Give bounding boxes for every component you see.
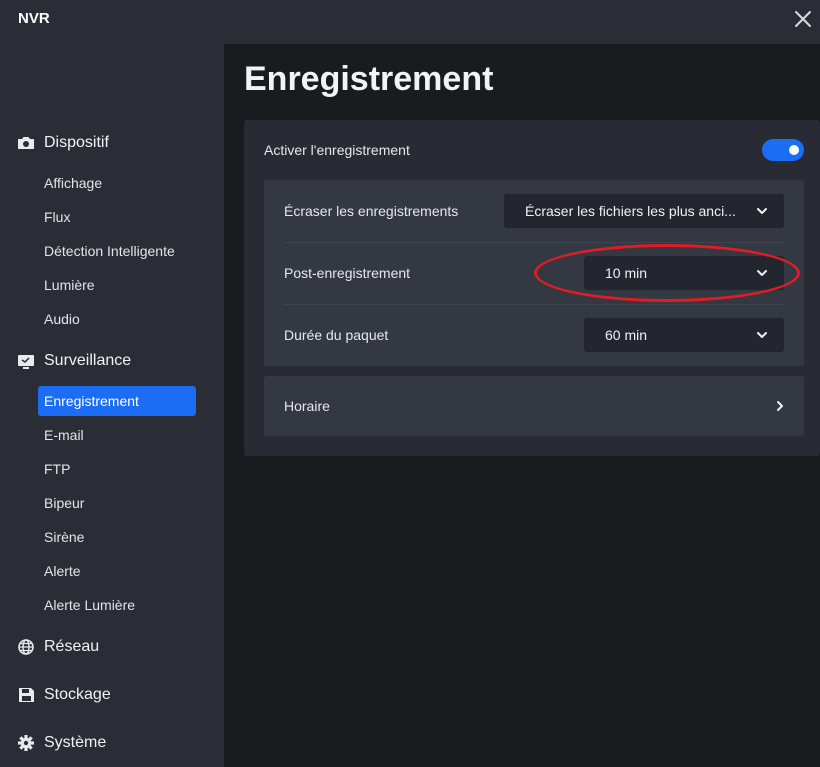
close-icon [795, 11, 811, 27]
sidebar-item-label: Flux [44, 209, 71, 225]
sidebar-item-label: Enregistrement [44, 393, 139, 409]
sidebar-section-stockage[interactable]: Stockage [0, 680, 224, 710]
sidebar-section-systeme[interactable]: Système [0, 728, 224, 758]
sidebar-section-label: Réseau [44, 638, 100, 655]
overwrite-select-value: Écraser les fichiers les plus anci... [525, 203, 736, 219]
sidebar-section-reseau[interactable]: Réseau [0, 632, 224, 662]
gear-icon [18, 735, 34, 751]
sidebar-item-label: Détection Intelligente [44, 243, 175, 259]
enable-recording-label: Activer l'enregistrement [264, 142, 410, 158]
row-divider [284, 242, 784, 243]
app-title: NVR [18, 10, 50, 27]
sidebar-item-detection-intelligente[interactable]: Détection Intelligente [38, 236, 196, 266]
sidebar-item-sirene[interactable]: Sirène [38, 522, 196, 552]
monitor-icon [18, 355, 34, 369]
floppy-disk-icon [19, 688, 34, 702]
sidebar-section-dispositif[interactable]: Dispositif [0, 128, 224, 158]
sidebar-item-label: FTP [44, 461, 71, 477]
sidebar-item-e-mail[interactable]: E-mail [38, 420, 196, 450]
sidebar-item-ftp[interactable]: FTP [38, 454, 196, 484]
globe-icon [18, 639, 34, 655]
sidebar-item-label: Lumière [44, 277, 95, 293]
sidebar-section-label: Surveillance [44, 352, 132, 369]
sidebar-section-label: Dispositif [44, 134, 109, 151]
schedule-label: Horaire [284, 398, 330, 414]
sidebar-item-label: Sirène [44, 529, 85, 545]
chevron-down-icon [757, 270, 767, 276]
sidebar-item-label: Audio [44, 311, 80, 327]
sidebar-item-alerte-lumiere[interactable]: Alerte Lumière [38, 590, 196, 620]
sidebar-item-affichage[interactable]: Affichage [38, 168, 196, 198]
page-title: Enregistrement [244, 60, 494, 98]
sidebar-item-lumiere[interactable]: Lumière [38, 270, 196, 300]
sidebar-section-label: Stockage [44, 686, 111, 703]
overwrite-label: Écraser les enregistrements [284, 203, 459, 219]
title-bar: NVR [0, 0, 820, 44]
sidebar-item-flux[interactable]: Flux [38, 202, 196, 232]
sidebar: Dispositif Affichage Flux Détection Inte… [0, 44, 224, 767]
sidebar-item-bipeur[interactable]: Bipeur [38, 488, 196, 518]
sidebar-section-label: Système [44, 734, 107, 751]
sidebar-item-audio[interactable]: Audio [38, 304, 196, 334]
chevron-right-icon [777, 401, 783, 411]
schedule-row[interactable]: Horaire [264, 376, 804, 436]
chevron-down-icon [757, 332, 767, 338]
sidebar-item-label: Alerte Lumière [44, 597, 136, 613]
overwrite-select[interactable]: Écraser les fichiers les plus anci... [504, 194, 784, 228]
post-record-select[interactable]: 10 min [584, 256, 784, 290]
pack-duration-select-value: 60 min [605, 327, 648, 343]
row-divider [284, 304, 784, 305]
sidebar-item-alerte[interactable]: Alerte [38, 556, 196, 586]
sidebar-item-label: E-mail [44, 427, 84, 443]
sidebar-item-label: Alerte [44, 563, 81, 579]
sidebar-item-enregistrement[interactable]: Enregistrement [38, 386, 196, 416]
enable-recording-toggle[interactable] [762, 139, 804, 161]
sidebar-item-label: Bipeur [44, 495, 85, 511]
post-record-select-value: 10 min [605, 265, 648, 281]
pack-duration-label: Durée du paquet [284, 327, 389, 343]
toggle-knob [789, 145, 799, 155]
pack-duration-select[interactable]: 60 min [584, 318, 784, 352]
sidebar-item-label: Affichage [44, 175, 103, 191]
chevron-down-icon [757, 208, 767, 214]
camera-icon [18, 137, 34, 149]
sidebar-section-surveillance[interactable]: Surveillance [0, 346, 224, 376]
post-record-label: Post-enregistrement [284, 265, 411, 281]
close-button[interactable] [790, 6, 820, 36]
